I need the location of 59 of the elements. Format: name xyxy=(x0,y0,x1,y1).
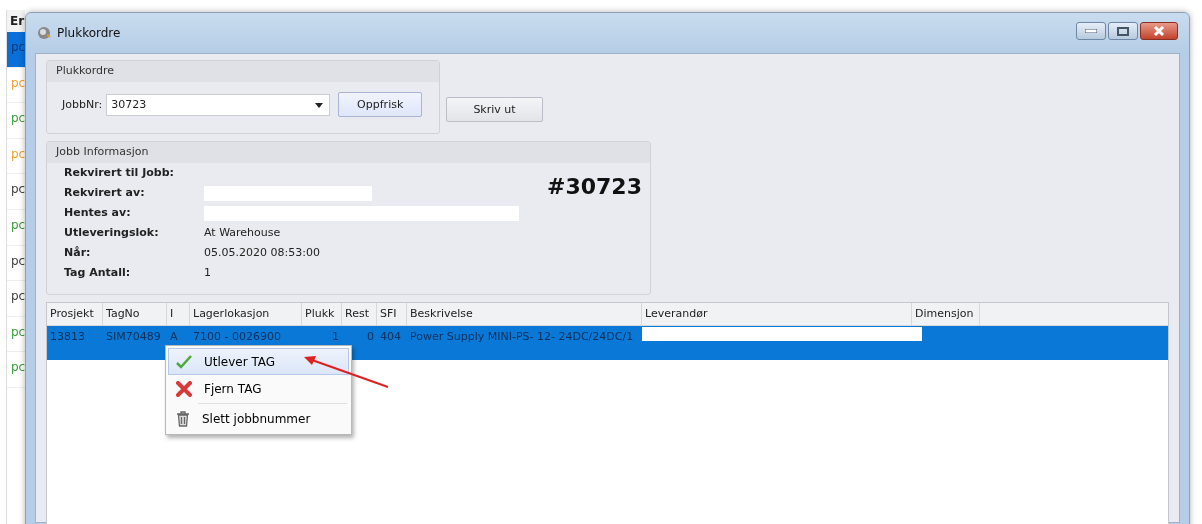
column-header[interactable]: Beskrivelse xyxy=(410,307,473,320)
field-label: Hentes av: xyxy=(64,206,132,221)
field-value: 1 xyxy=(204,266,212,281)
table-cell: A xyxy=(170,330,178,343)
table-cell: SIM70489 xyxy=(106,330,161,343)
job-number: #30723 xyxy=(547,174,642,199)
column-header[interactable]: Rest xyxy=(345,307,369,320)
column-header[interactable]: Dimensjon xyxy=(915,307,974,320)
check-icon xyxy=(176,354,192,369)
column-header: Er xyxy=(7,10,25,32)
column-header[interactable]: Lagerlokasjon xyxy=(193,307,270,320)
field-value: At Warehouse xyxy=(204,226,282,241)
list-text: pc xyxy=(11,111,25,126)
list-text: pc xyxy=(11,146,25,161)
trash-icon xyxy=(176,410,190,427)
close-icon[interactable] xyxy=(1153,26,1165,36)
group-title: Jobb Informasjon xyxy=(47,142,650,163)
menu-item[interactable]: Slett jobbnummer xyxy=(168,405,349,432)
column-header[interactable]: Prosjekt xyxy=(50,307,94,320)
column-header[interactable]: Leverandør xyxy=(645,307,708,320)
field-label: Tag Antall: xyxy=(64,266,132,281)
field-value: 05.05.2020 08:53:00 xyxy=(204,246,321,261)
field-label: Utleveringslok: xyxy=(64,226,160,241)
maximize-icon[interactable] xyxy=(1117,26,1129,36)
window-title: Plukkordre xyxy=(57,26,122,40)
refresh-button[interactable]: Oppfrisk xyxy=(338,92,423,117)
field-label: Når: xyxy=(64,246,92,261)
column-header[interactable]: I xyxy=(170,307,174,320)
column-header[interactable]: Plukk xyxy=(305,307,335,320)
column-header[interactable]: SFI xyxy=(380,307,397,320)
group-title: Plukkordre xyxy=(47,61,439,82)
table-cell: 404 xyxy=(380,330,401,343)
close-button[interactable] xyxy=(1140,22,1178,40)
field-label: Rekvirert til Jobb: xyxy=(64,166,175,181)
table-cell: 1 xyxy=(332,330,339,343)
app-icon xyxy=(37,26,51,40)
maximize-button[interactable] xyxy=(1108,22,1138,40)
list-text: pc xyxy=(11,289,25,304)
menu-item[interactable]: Fjern TAG xyxy=(168,375,349,402)
column-header[interactable]: TagNo xyxy=(106,307,140,320)
list-text: pc xyxy=(11,75,25,90)
job-number-dropdown[interactable]: 30723 xyxy=(106,93,331,116)
table-cell: Power Supply MINI-PS- 12- 24DC/24DC/1 xyxy=(410,330,634,343)
table-cell: 7100 - 0026900 xyxy=(193,330,281,343)
list-text: pc xyxy=(11,324,25,339)
field-label: Rekvirert av: xyxy=(64,186,146,201)
list-text: pc xyxy=(11,217,25,232)
cross-icon xyxy=(176,380,192,397)
minimize-button[interactable] xyxy=(1076,22,1106,40)
dropdown-arrow-icon[interactable] xyxy=(315,102,324,108)
list-text: pc xyxy=(11,253,25,268)
list-text: pc xyxy=(11,182,25,197)
print-button[interactable]: Skriv ut xyxy=(446,97,543,122)
table-cell: 0 xyxy=(367,330,374,343)
minimize-icon[interactable] xyxy=(1085,29,1097,33)
field-label: JobbNr: xyxy=(62,98,103,111)
list-text: pc xyxy=(11,360,25,375)
table-cell: 13813 xyxy=(50,330,85,343)
menu-item[interactable]: Utlever TAG xyxy=(168,348,349,375)
